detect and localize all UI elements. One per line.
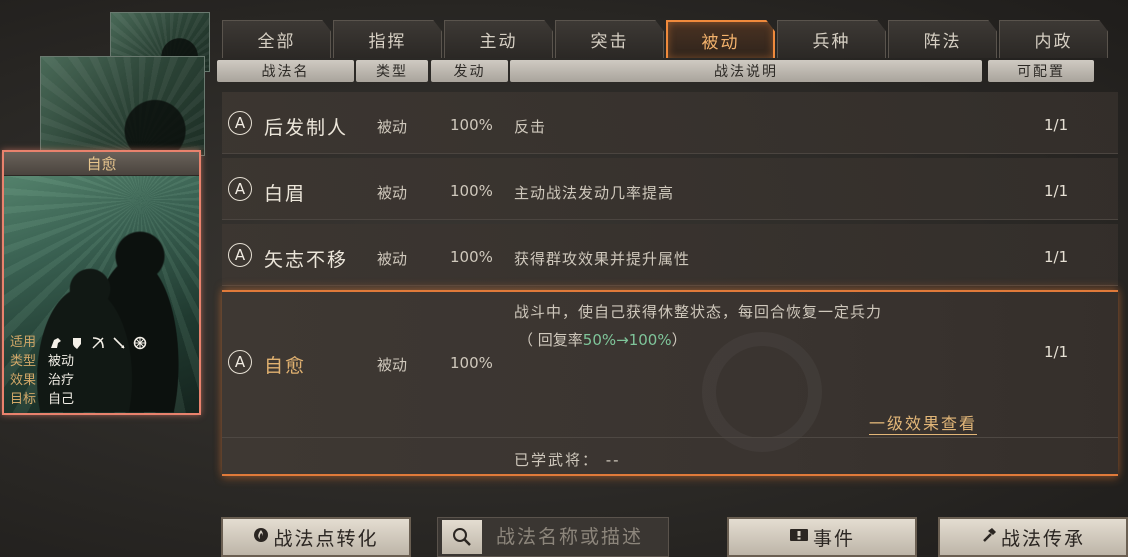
tactic-point-convert-button[interactable]: 战法点转化 [221,517,411,557]
column-header-type[interactable]: 类型 [356,60,428,82]
level-one-effect-link[interactable]: 一级效果查看 [869,410,978,435]
tab-assault[interactable]: 突击 [555,20,664,58]
applicable-label: 适用 [10,335,37,350]
tactic-name: 白眉 [264,183,307,205]
tactic-name: 后发制人 [264,117,349,139]
column-header-name[interactable]: 战法名 [217,60,354,82]
hammer-icon [981,527,997,548]
unit-icons [48,335,147,350]
tactic-config: 1/1 [1044,116,1069,134]
effect-label: 效果 [10,373,37,388]
tab-active[interactable]: 主动 [444,20,553,58]
tab-troop[interactable]: 兵种 [777,20,886,58]
wheel-icon [132,335,147,350]
bow-icon [90,335,105,350]
tactic-rate: 100% [450,354,493,372]
tab-internal[interactable]: 内政 [999,20,1108,58]
shield-icon [69,335,84,350]
alert-card-icon [789,527,809,547]
convert-button-label: 战法点转化 [273,527,379,550]
card-title: 自愈 [4,152,199,176]
column-header-description: 战法说明 [510,60,982,82]
tactic-type: 被动 [377,184,408,202]
target-value: 自己 [48,392,75,407]
recovery-rate-value: 50%→100% [582,331,672,349]
tactic-config: 1/1 [1044,182,1069,200]
grade-badge: A [228,350,252,374]
tactic-type: 被动 [377,356,408,374]
tab-passive[interactable]: 被动 [666,20,775,58]
type-value: 被动 [48,354,75,369]
grade-badge: A [228,111,252,135]
grade-badge: A [228,177,252,201]
tactic-description: 反击 [514,118,547,136]
tactic-name: 矢志不移 [264,249,349,271]
table-row-expanded[interactable]: A 自愈 被动 100% 战斗中，使自己获得休整状态，每回合恢复一定兵力 （ 回… [222,290,1118,476]
tactic-config: 1/1 [1044,248,1069,266]
search-icon[interactable] [442,520,482,554]
card-info: 适用 类型 被动 效果 治疗 目标 自己 [10,333,195,409]
decorative-swirl [702,332,822,452]
tactic-name: 自愈 [264,355,307,377]
effect-value: 治疗 [48,373,75,388]
event-button[interactable]: 事件 [727,517,917,557]
tab-command[interactable]: 指挥 [333,20,442,58]
cavalry-icon [48,335,63,350]
event-button-label: 事件 [812,527,855,550]
recovery-rate-line: （ 回复率50%→100%） [518,331,687,349]
column-header-config[interactable]: 可配置 [988,60,1094,82]
stacked-card-back[interactable] [40,56,205,156]
tactic-inherit-button[interactable]: 战法传承 [938,517,1128,557]
tactic-type: 被动 [377,250,408,268]
column-header-rate[interactable]: 发动 [431,60,508,82]
tab-formation[interactable]: 阵法 [888,20,997,58]
grade-badge: A [228,243,252,267]
tactic-rate: 100% [450,248,493,266]
tactic-description: 战斗中，使自己获得休整状态，每回合恢复一定兵力 [514,303,883,321]
search-input[interactable] [496,526,666,548]
tactic-rate: 100% [450,116,493,134]
tactic-search [437,517,669,557]
learned-generals: 已学武将： -- [514,451,621,469]
table-row[interactable]: A 矢志不移 被动 100% 获得群攻效果并提升属性 1/1 [222,224,1118,286]
tactic-config: 1/1 [1044,343,1069,361]
table-header: 战法名 类型 发动 战法说明 可配置 [217,60,1094,82]
tactic-description: 主动战法发动几率提高 [514,184,675,202]
inherit-button-label: 战法传承 [1000,527,1085,550]
selected-tactic-card[interactable]: 自愈 适用 类型 被动 效果治疗 目标 自己 [2,150,201,415]
type-label: 类型 [10,354,37,369]
spear-icon [111,335,126,350]
tactic-rate: 100% [450,182,493,200]
tab-all[interactable]: 全部 [222,20,331,58]
fire-coin-icon [253,527,269,548]
tactic-type: 被动 [377,118,408,136]
tactic-description: 获得群攻效果并提升属性 [514,250,691,268]
table-row[interactable]: A 白眉 被动 100% 主动战法发动几率提高 1/1 [222,158,1118,220]
target-label: 目标 [10,392,37,407]
category-tabs: 全部 指挥 主动 突击 被动 兵种 阵法 内政 [222,20,1108,58]
divider [222,437,1118,438]
table-row[interactable]: A 后发制人 被动 100% 反击 1/1 [222,92,1118,154]
